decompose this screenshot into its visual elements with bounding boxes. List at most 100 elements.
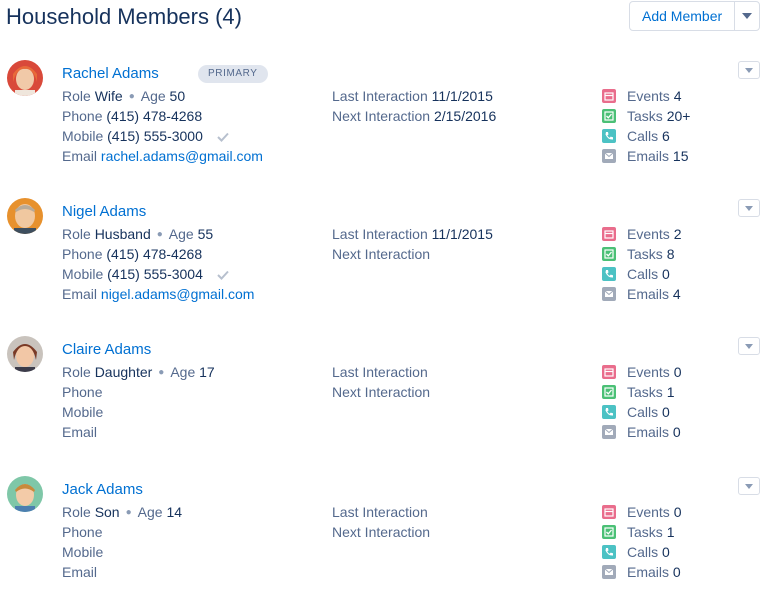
email-label: Email: [62, 564, 98, 580]
events-label: Events: [627, 226, 670, 242]
chevron-down-icon: [745, 483, 753, 489]
tasks-count: 20+: [666, 108, 691, 124]
mobile-label: Mobile: [62, 544, 104, 560]
emails-stat[interactable]: Emails 4: [627, 286, 681, 302]
role-label: Role: [62, 226, 91, 242]
row-actions-button[interactable]: [738, 337, 760, 355]
mobile-value: (415) 555-3000: [107, 128, 203, 144]
phone-line: Phone (415) 478-4268: [62, 108, 202, 124]
avatar: [7, 198, 43, 234]
mobile-label: Mobile: [62, 404, 104, 420]
calls-count: 0: [662, 404, 670, 420]
phone-value: (415) 478-4268: [106, 108, 203, 124]
email-label: Email: [62, 148, 98, 164]
emails-count: 15: [672, 148, 689, 164]
member-card-rachel: Rachel Adams PRIMARY Role Wife ● Age 50 Ph…: [0, 60, 762, 190]
calls-count: 0: [662, 266, 670, 282]
events-stat[interactable]: Events 0: [627, 364, 682, 380]
role-age-line: Role Son ● Age 14: [62, 504, 182, 520]
member-card-claire: Claire Adams Role Daughter ● Age 17 Phone …: [0, 336, 762, 466]
row-actions-button[interactable]: [738, 199, 760, 217]
mobile-line: Mobile (415) 555-3000: [62, 128, 229, 145]
phone-label: Phone: [62, 384, 103, 400]
check-icon: [217, 129, 229, 145]
emails-stat[interactable]: Emails 0: [627, 424, 681, 440]
calls-stat[interactable]: Calls 0: [627, 544, 670, 560]
tasks-stat[interactable]: Tasks 1: [627, 384, 674, 400]
task-icon: [602, 385, 616, 399]
calendar-icon: [602, 365, 616, 379]
events-stat[interactable]: Events 4: [627, 88, 682, 104]
events-stat[interactable]: Events 2: [627, 226, 682, 242]
email-icon: [602, 425, 616, 439]
emails-count: 4: [672, 286, 681, 302]
emails-stat[interactable]: Emails 15: [627, 148, 688, 164]
emails-stat[interactable]: Emails 0: [627, 564, 681, 580]
member-card-jack: Jack Adams Role Son ● Age 14 Phone Mobile …: [0, 476, 762, 606]
emails-label: Emails: [627, 286, 670, 302]
last-interaction-label: Last Interaction: [332, 364, 428, 380]
age-value: 17: [199, 364, 215, 380]
last-interaction-line: Last Interaction: [332, 504, 428, 520]
tasks-stat[interactable]: Tasks 20+: [627, 108, 690, 124]
tasks-count: 1: [666, 384, 675, 400]
email-link[interactable]: rachel.adams@gmail.com: [101, 148, 263, 164]
emails-count: 0: [672, 564, 681, 580]
role-value: Daughter: [94, 364, 153, 380]
role-value: Son: [94, 504, 120, 520]
add-member-button[interactable]: Add Member: [630, 2, 736, 30]
separator-dot: ●: [125, 507, 132, 518]
mobile-line: Mobile (415) 555-3004: [62, 266, 229, 283]
phone-label: Phone: [62, 524, 103, 540]
email-line: Email: [62, 424, 97, 440]
calls-stat[interactable]: Calls 0: [627, 404, 670, 420]
row-actions-button[interactable]: [738, 61, 760, 79]
primary-badge: PRIMARY: [198, 65, 268, 83]
emails-label: Emails: [627, 424, 670, 440]
separator-dot: ●: [158, 367, 165, 378]
role-age-line: Role Daughter ● Age 17: [62, 364, 215, 380]
task-icon: [602, 525, 616, 539]
calls-stat[interactable]: Calls 0: [627, 266, 670, 282]
events-stat[interactable]: Events 0: [627, 504, 682, 520]
mobile-label: Mobile: [62, 266, 104, 282]
chevron-down-icon: [745, 205, 753, 211]
tasks-label: Tasks: [627, 384, 663, 400]
member-name[interactable]: Nigel Adams: [62, 203, 146, 220]
last-interaction-label: Last Interaction: [332, 226, 428, 242]
separator-dot: ●: [156, 229, 163, 240]
events-count: 0: [673, 364, 682, 380]
phone-line: Phone: [62, 524, 102, 540]
email-link[interactable]: nigel.adams@gmail.com: [101, 286, 255, 302]
calls-stat[interactable]: Calls 6: [627, 128, 670, 144]
calendar-icon: [602, 227, 616, 241]
events-label: Events: [627, 364, 670, 380]
role-label: Role: [62, 364, 91, 380]
tasks-label: Tasks: [627, 108, 663, 124]
chevron-down-icon: [745, 343, 753, 349]
next-interaction-label: Next Interaction: [332, 384, 431, 400]
tasks-stat[interactable]: Tasks 1: [627, 524, 674, 540]
age-label: Age: [170, 364, 196, 380]
member-name[interactable]: Jack Adams: [62, 481, 143, 498]
calls-label: Calls: [627, 128, 659, 144]
age-value: 14: [166, 504, 183, 520]
add-member-menu-button[interactable]: [735, 2, 759, 30]
mobile-label: Mobile: [62, 128, 104, 144]
tasks-label: Tasks: [627, 524, 663, 540]
member-name[interactable]: Rachel Adams: [62, 65, 159, 82]
next-interaction-label: Next Interaction: [332, 524, 431, 540]
age-label: Age: [137, 504, 163, 520]
calls-label: Calls: [627, 266, 659, 282]
separator-dot: ●: [128, 91, 135, 102]
avatar: [7, 60, 43, 96]
age-label: Age: [140, 88, 166, 104]
row-actions-button[interactable]: [738, 477, 760, 495]
emails-label: Emails: [627, 564, 670, 580]
next-interaction-line: Next Interaction: [332, 246, 430, 262]
events-count: 4: [673, 88, 682, 104]
tasks-stat[interactable]: Tasks 8: [627, 246, 674, 262]
mobile-line: Mobile: [62, 544, 103, 560]
emails-label: Emails: [627, 148, 670, 164]
member-name[interactable]: Claire Adams: [62, 341, 151, 358]
